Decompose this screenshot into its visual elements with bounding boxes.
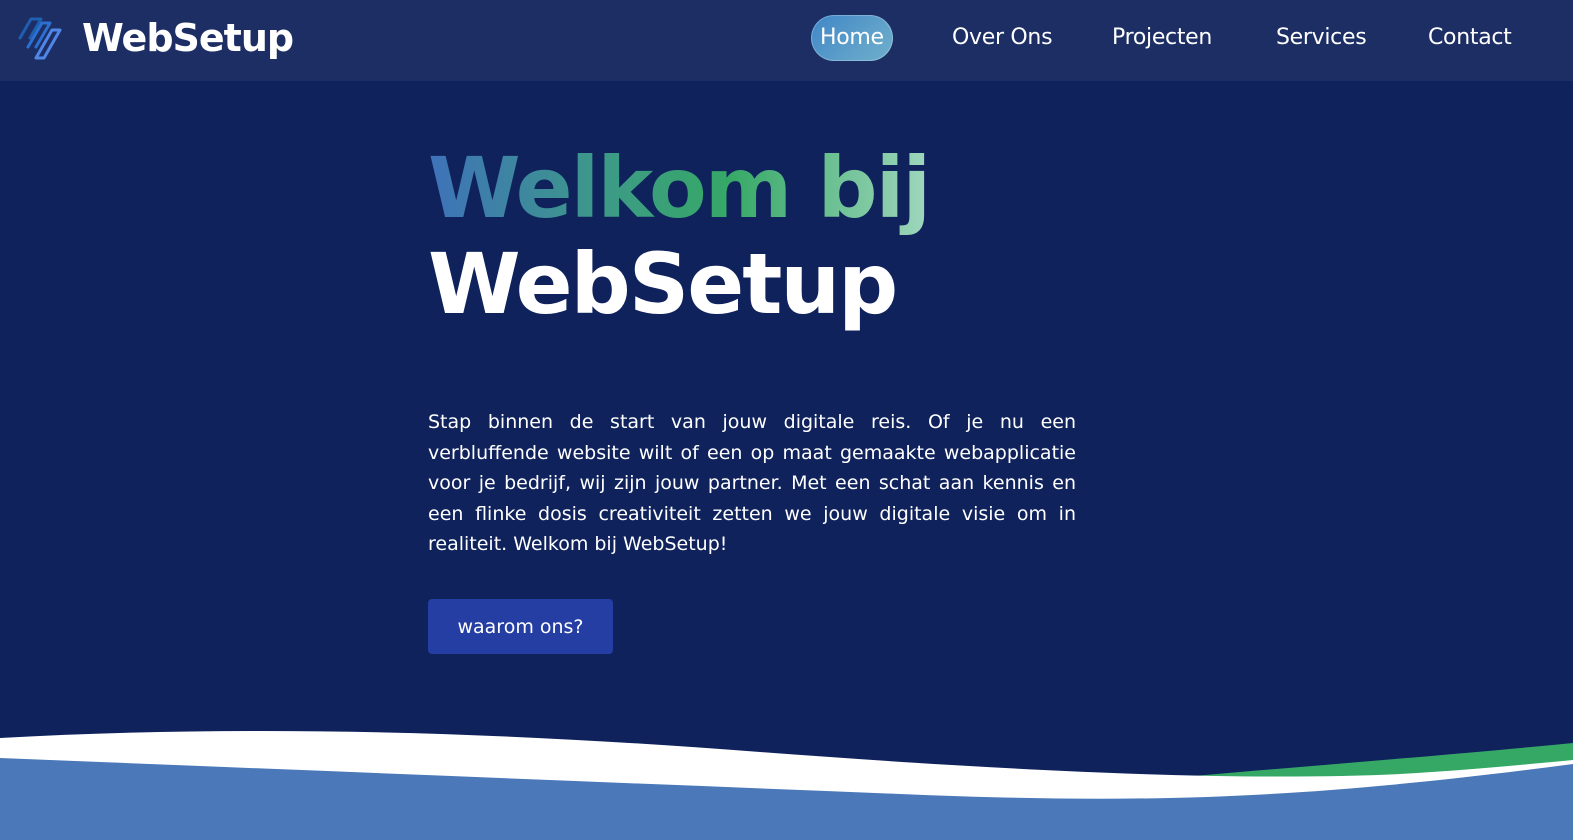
websetup-logo-icon	[18, 17, 62, 60]
nav-item-over-ons[interactable]: Over Ons	[952, 15, 1053, 61]
hero-title-line2: WebSetup	[428, 235, 898, 333]
nav-item-home[interactable]: Home	[811, 15, 893, 61]
hero-title: Welkom bij WebSetup	[428, 139, 931, 333]
nav-item-projecten[interactable]: Projecten	[1112, 15, 1212, 61]
brand-link[interactable]: WebSetup	[14, 12, 294, 64]
nav-item-contact[interactable]: Contact	[1428, 15, 1512, 61]
navbar: WebSetup Home Over Ons Projecten Service…	[0, 0, 1573, 81]
hero-title-line1: Welkom bij	[428, 139, 931, 237]
why-us-button[interactable]: waarom ons?	[428, 599, 613, 654]
hero-paragraph: Stap binnen de start van jouw digitale r…	[428, 411, 1076, 556]
nav-item-services[interactable]: Services	[1276, 15, 1367, 61]
wave-divider	[0, 730, 1573, 840]
brand-name: WebSetup	[82, 16, 294, 60]
